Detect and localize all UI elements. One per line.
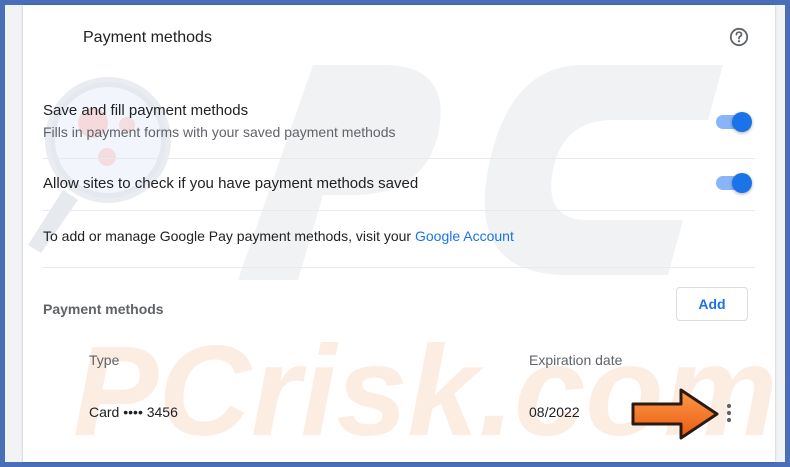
- column-expiration: Expiration date: [529, 352, 623, 368]
- more-vert-icon[interactable]: [719, 401, 739, 425]
- allow-check-title: Allow sites to check if you have payment…: [43, 175, 419, 192]
- google-account-link[interactable]: Google Account: [415, 228, 514, 244]
- settings-frame: PCrisk.com Payment methods Save and fill…: [5, 5, 785, 462]
- payment-methods-label: Payment methods: [43, 301, 164, 317]
- column-type: Type: [89, 352, 120, 368]
- payment-methods-card: PCrisk.com Payment methods Save and fill…: [23, 5, 775, 462]
- divider: [43, 267, 755, 268]
- page-title: Payment methods: [83, 29, 212, 46]
- divider: [43, 210, 755, 211]
- allow-check-toggle[interactable]: [716, 173, 752, 193]
- save-fill-title: Save and fill payment methods: [43, 102, 249, 119]
- toggle-knob: [732, 112, 752, 132]
- gpay-info: To add or manage Google Pay payment meth…: [43, 228, 514, 244]
- gpay-text: To add or manage Google Pay payment meth…: [43, 228, 415, 244]
- save-fill-subtitle: Fills in payment forms with your saved p…: [43, 124, 396, 140]
- card-expiration: 08/2022: [529, 404, 580, 420]
- toggle-knob: [732, 173, 752, 193]
- add-payment-button[interactable]: Add: [676, 287, 748, 321]
- divider: [43, 158, 755, 159]
- card-type: Card •••• 3456: [89, 404, 178, 420]
- save-fill-toggle[interactable]: [716, 112, 752, 132]
- annotation-arrow-icon: [631, 388, 719, 440]
- help-circle-icon[interactable]: [729, 27, 749, 47]
